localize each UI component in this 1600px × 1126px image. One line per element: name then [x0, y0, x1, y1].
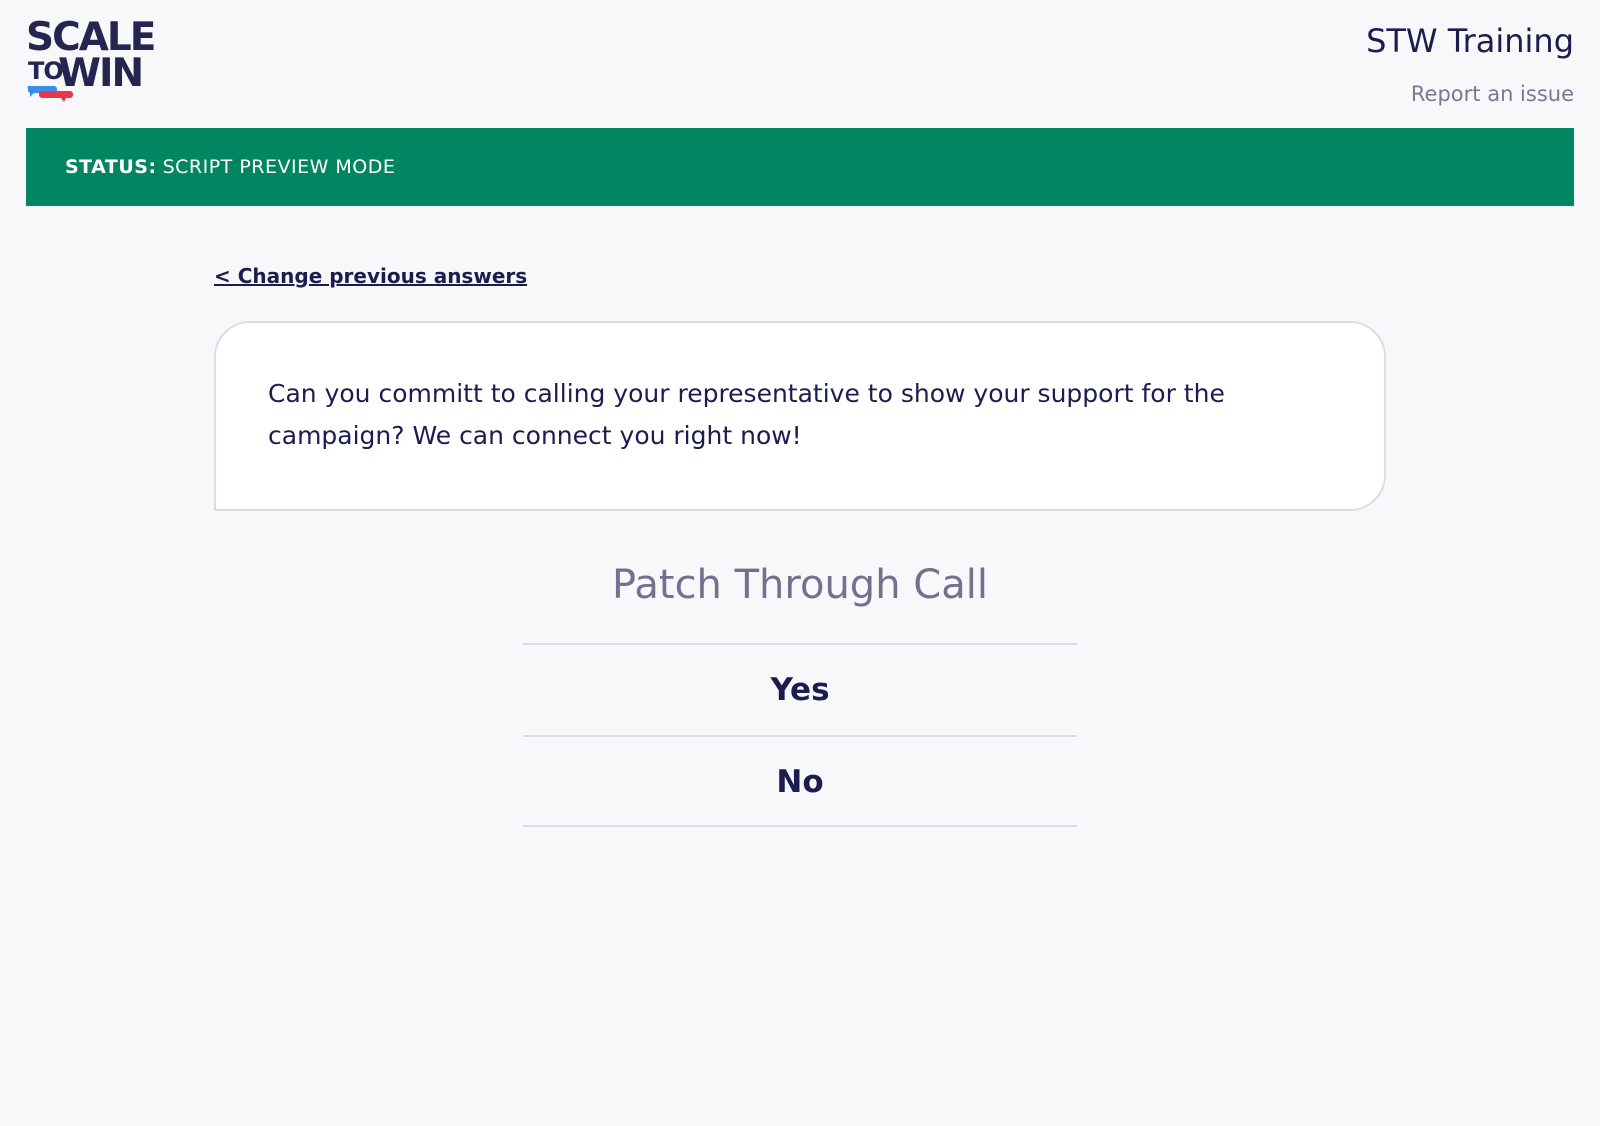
status-value: SCRIPT PREVIEW MODE: [162, 156, 396, 178]
report-issue-link[interactable]: Report an issue: [1411, 82, 1574, 106]
speech-bubbles-icon: [27, 86, 73, 102]
change-previous-answers-link[interactable]: < Change previous answers: [214, 264, 527, 288]
answer-no-button[interactable]: No: [523, 735, 1077, 827]
organization-name: STW Training: [1366, 22, 1574, 60]
answer-yes-button[interactable]: Yes: [523, 643, 1077, 735]
scale-to-win-logo[interactable]: SCALE TO WIN: [26, 18, 166, 106]
header: SCALE TO WIN STW Training Report an issu…: [0, 0, 1600, 128]
question-title: Patch Through Call: [612, 562, 988, 608]
answer-list: Yes No: [523, 643, 1077, 827]
status-banner: STATUS: SCRIPT PREVIEW MODE: [26, 128, 1574, 206]
status-label: STATUS:: [65, 156, 157, 178]
script-text: Can you committ to calling your represen…: [268, 379, 1225, 450]
script-card: Can you committ to calling your represen…: [214, 321, 1386, 511]
